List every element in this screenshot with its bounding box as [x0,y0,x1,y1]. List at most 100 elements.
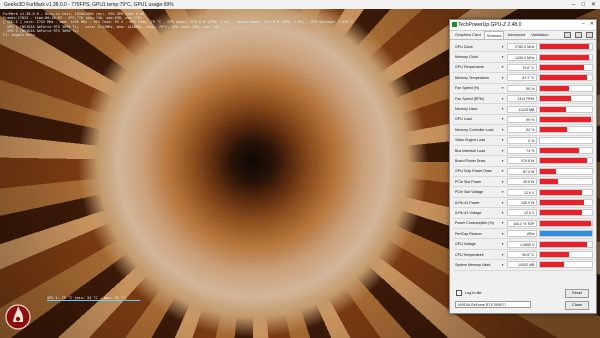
gpu-select-dropdown[interactable]: NVIDIA GeForce RTX 3090 Ti [455,301,531,308]
sensor-dropdown-arrow-icon[interactable]: ▾ [499,263,507,267]
sensor-dropdown-arrow-icon[interactable]: ▾ [499,169,507,173]
sensor-dropdown-arrow-icon[interactable]: ▾ [499,97,507,101]
screenshot-icon[interactable] [564,32,571,38]
sensor-dropdown-arrow-icon[interactable]: ▾ [499,86,507,90]
sensor-dropdown-arrow-icon[interactable]: ▾ [499,138,507,142]
sensor-graph [539,209,594,217]
sensor-value: 50.6 °C [506,251,538,258]
sensor-label: PCIe Slot Voltage [455,190,484,195]
sensor-graph [539,219,594,227]
minimize-icon[interactable]: – [582,21,585,27]
sensor-graph-fill [540,96,572,102]
sensor-row: Power Consumption (%) ▾ 104.2 % TDP [453,219,594,230]
sensor-dropdown-arrow-icon[interactable]: ▾ [499,117,507,121]
sensor-graph [539,167,594,175]
log-to-file-checkbox[interactable] [456,290,462,296]
sensor-row: PCIe Slot Voltage ▾ 12.0 V [453,187,594,198]
menu-icon[interactable] [586,32,593,38]
sensor-value: 14302 MB [506,261,538,269]
gpuz-window-title: TechPowerUp GPU-Z 2.48.0 [458,22,522,28]
sensor-dropdown-arrow-icon[interactable]: ▾ [499,232,507,236]
close-icon[interactable]: ✕ [591,1,596,8]
sensor-row: 8-Pin #1 Voltage ▾ 12.0 V [453,208,594,219]
sensor-graph [539,43,594,51]
sensor-value: 1430.0 MHz [506,53,538,61]
sensor-label: Memory Controller Load [455,127,494,132]
refresh-icon[interactable] [575,32,582,38]
log-to-file-label: Log to file [465,291,482,295]
sensor-dropdown-arrow-icon[interactable]: ▾ [499,107,507,111]
sensor-graph [539,136,594,144]
sensor-value: 55 % [506,84,538,92]
sensor-value: 0 % [506,136,538,144]
sensor-row: Memory Clock ▾ 1430.0 MHz [453,52,594,63]
sensor-dropdown-arrow-icon[interactable]: ▾ [499,76,507,80]
sensor-row: 8-Pin #1 Power ▾ 135.9 W [453,198,594,209]
sensor-graph-fill [540,44,590,50]
sensor-dropdown-arrow-icon[interactable]: ▾ [499,201,507,205]
sensor-row: GPU Load ▾ 99 % [453,115,594,126]
sensor-label: GPU Clock [455,44,473,49]
sensor-label: Board Power Draw [455,158,486,163]
sensor-dropdown-arrow-icon[interactable]: ▾ [499,190,507,194]
sensor-dropdown-arrow-icon[interactable]: ▾ [499,45,507,49]
tab-validation[interactable]: Validation [528,30,551,39]
gpuz-app-icon [452,22,457,27]
sensor-label: Fan Speed (RPM) [455,96,484,101]
sensor-label: System Memory Used [455,262,491,267]
sensor-graph-fill [540,252,569,257]
sensor-dropdown-arrow-icon[interactable]: ▾ [499,221,507,225]
sensor-graph [539,115,594,123]
reset-button[interactable]: Reset [565,289,589,298]
sensor-graph-fill [540,262,564,268]
sensor-graph-fill [540,220,591,226]
minimize-icon[interactable]: – [572,2,575,8]
sensor-row: GPU Voltage ▾ 1.0650 V [453,239,594,250]
tab-advanced[interactable]: Advanced [504,30,528,39]
sensor-row: GPU Temperature ▾ 79.6 °C [453,63,594,74]
sensor-graph [539,84,594,92]
maximize-icon[interactable]: □ [581,2,585,8]
sensor-row: Fan Speed (%) ▾ 55 % [453,84,594,94]
sensor-value: 1.0650 V [506,240,538,248]
sensor-graph-fill [540,168,556,174]
sensor-label: Power Consumption (%) [455,221,494,226]
sensor-value: 2414 RPM [506,95,538,103]
sensor-graph-fill [540,75,587,81]
sensor-value: 12.0 V [506,209,538,217]
sensor-label: PerfCap Reason [455,231,482,236]
sensor-dropdown-arrow-icon[interactable]: ▾ [499,159,507,163]
sensor-dropdown-arrow-icon[interactable]: ▾ [499,128,507,132]
sensor-dropdown-arrow-icon[interactable]: ▾ [499,180,507,184]
temperature-graph [47,300,140,303]
sensor-graph [539,147,594,155]
sensor-dropdown-arrow-icon[interactable]: ▾ [499,242,507,246]
sensor-dropdown-arrow-icon[interactable]: ▾ [499,211,507,215]
overlay-line: F1: toggle help [3,33,35,38]
sensor-row: Bus Interface Load ▾ 74 % [453,146,594,157]
close-button[interactable]: Close [565,301,589,310]
sensor-graph-fill [540,106,567,112]
sensor-label: GPU Temperature [455,65,484,70]
close-icon[interactable]: ✕ [590,21,594,27]
sensor-label: Fan Speed (%) [455,86,480,91]
sensor-label: Memory Temperature [455,75,490,80]
sensor-value: 79.6 °C [506,63,538,71]
furmark-logo-icon [5,304,31,330]
sensor-dropdown-arrow-icon[interactable]: ▾ [499,149,507,153]
sensor-dropdown-arrow-icon[interactable]: ▾ [499,253,507,257]
sensor-value: 104.2 % TDP [506,219,538,227]
sensor-dropdown-arrow-icon[interactable]: ▾ [499,55,507,59]
sensor-graph-fill [540,85,569,91]
sensor-graph-fill [540,158,587,164]
sensor-row: Memory Temperature ▾ 87.2 °C [453,73,594,84]
tab-graphics-card[interactable]: Graphics Card [452,30,484,39]
sensor-graph [539,251,594,258]
sensor-graph-fill [540,64,585,70]
tab-sensors[interactable]: Sensors [483,31,505,39]
sensor-graph-fill [540,231,593,237]
sensor-graph [539,53,594,61]
sensor-graph [539,74,594,82]
sensor-dropdown-arrow-icon[interactable]: ▾ [499,65,507,69]
sensor-graph-fill [540,189,582,195]
